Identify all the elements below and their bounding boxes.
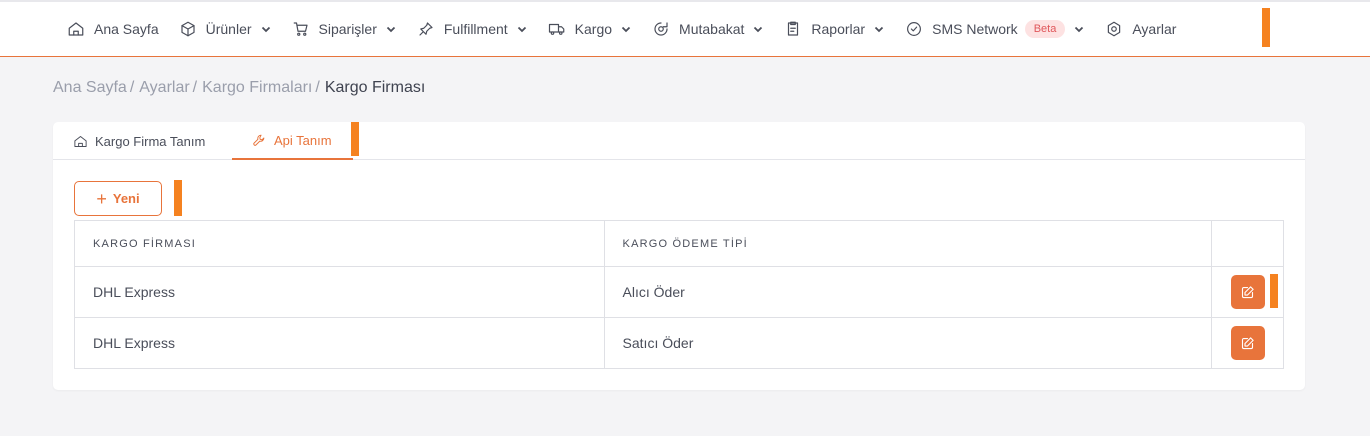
cell-payment-type: Alıcı Öder <box>603 266 1213 318</box>
nav-item-label: Raporlar <box>811 21 866 37</box>
plus-icon: + <box>96 188 107 209</box>
cell-payment-type: Satıcı Öder <box>603 317 1213 369</box>
column-header-payment-type: KARGO ÖDEME TİPİ <box>603 220 1213 267</box>
breadcrumb-separator: / <box>129 79 135 96</box>
nav-item-label: Mutabakat <box>679 21 745 37</box>
cell-actions <box>1211 317 1284 369</box>
column-header-actions <box>1211 220 1284 267</box>
edit-icon <box>1241 336 1254 349</box>
table-header-row: KARGO FİRMASI KARGO ÖDEME TİPİ <box>74 220 1284 267</box>
chevron-down-icon <box>386 26 396 33</box>
table-row: DHL Express Satıcı Öder <box>74 317 1284 369</box>
chevron-down-icon <box>874 26 884 33</box>
nav-item-products[interactable]: Ürünler <box>176 2 284 56</box>
highlight-marker <box>1270 274 1278 308</box>
breadcrumb-link-cargo-firms[interactable]: Kargo Firmaları <box>202 79 312 97</box>
nav-item-reconciliation[interactable]: Mutabakat <box>649 2 776 56</box>
nav-item-label: Fulfillment <box>443 21 508 37</box>
wrench-icon <box>253 134 265 146</box>
breadcrumb-link-home[interactable]: Ana Sayfa <box>53 79 127 97</box>
tab-bar: Kargo Firma Tanım Api Tanım <box>53 122 1305 160</box>
chevron-down-icon <box>621 26 631 33</box>
truck-icon <box>548 23 565 35</box>
nav-item-orders[interactable]: Siparişler <box>289 2 409 56</box>
chevron-down-icon <box>1075 26 1084 33</box>
home-icon <box>74 135 87 147</box>
highlight-marker <box>174 180 182 216</box>
settings-icon <box>1108 21 1121 37</box>
edit-button[interactable] <box>1230 326 1265 360</box>
breadcrumb: Ana Sayfa / Ayarlar / Kargo Firmaları / Kar… <box>53 79 425 97</box>
nav-item-label: Ayarlar <box>1132 21 1177 37</box>
pin-icon <box>419 22 433 36</box>
nav-item-settings[interactable]: Ayarlar <box>1102 2 1188 56</box>
highlight-marker <box>351 122 359 156</box>
table-row: DHL Express Alıcı Öder <box>74 266 1284 318</box>
new-button-label: Yeni <box>112 191 140 206</box>
tab-label: Kargo Firma Tanım <box>95 133 206 149</box>
report-icon <box>788 21 799 36</box>
chevron-down-icon <box>261 26 270 33</box>
nav-item-label: Kargo <box>574 21 613 37</box>
beta-badge: Beta <box>1024 20 1066 38</box>
nav-item-label: Ana Sayfa <box>94 21 159 37</box>
tab-cargo-firm-definition[interactable]: Kargo Firma Tanım <box>73 122 205 160</box>
cargo-firms-table: KARGO FİRMASI KARGO ÖDEME TİPİ DHL Expre… <box>74 220 1284 369</box>
breadcrumb-separator: / <box>315 79 320 96</box>
eye-icon <box>654 22 668 36</box>
nav-item-sms-network[interactable]: SMS Network Beta <box>902 2 1097 56</box>
chevron-down-icon <box>517 26 526 33</box>
edit-icon <box>1241 285 1254 298</box>
content-card: Kargo Firma Tanım Api Tanım + Yeni KARGO… <box>53 122 1305 390</box>
chevron-down-icon <box>754 26 763 33</box>
nav-item-reports[interactable]: Raporlar <box>781 2 897 56</box>
check-circle-icon <box>907 22 922 36</box>
cart-icon <box>293 22 308 36</box>
nav-item-fulfillment[interactable]: Fulfillment <box>414 2 540 56</box>
cell-firm: DHL Express <box>74 317 605 369</box>
breadcrumb-current: Kargo Firması <box>324 79 426 96</box>
tab-label: Api Tanım <box>274 132 332 148</box>
top-navigation: Ana Sayfa Ürünler Siparişler Fulfillment… <box>0 0 1370 57</box>
breadcrumb-link-settings[interactable]: Ayarlar <box>139 79 189 97</box>
tab-api-definition[interactable]: Api Tanım <box>232 122 353 160</box>
highlight-marker <box>1262 8 1270 47</box>
column-header-firm: KARGO FİRMASI <box>74 220 605 267</box>
nav-item-label: Ürünler <box>205 21 252 37</box>
nav-item-home[interactable]: Ana Sayfa <box>64 2 171 56</box>
breadcrumb-separator: / <box>192 79 198 96</box>
nav-item-cargo[interactable]: Kargo <box>545 2 644 56</box>
home-icon <box>68 22 84 36</box>
box-icon <box>181 21 195 37</box>
cell-firm: DHL Express <box>74 266 605 318</box>
new-button[interactable]: + Yeni <box>74 181 162 216</box>
nav-item-label: SMS Network <box>932 21 1018 37</box>
nav-item-label: Siparişler <box>318 21 377 37</box>
edit-button[interactable] <box>1230 275 1265 309</box>
